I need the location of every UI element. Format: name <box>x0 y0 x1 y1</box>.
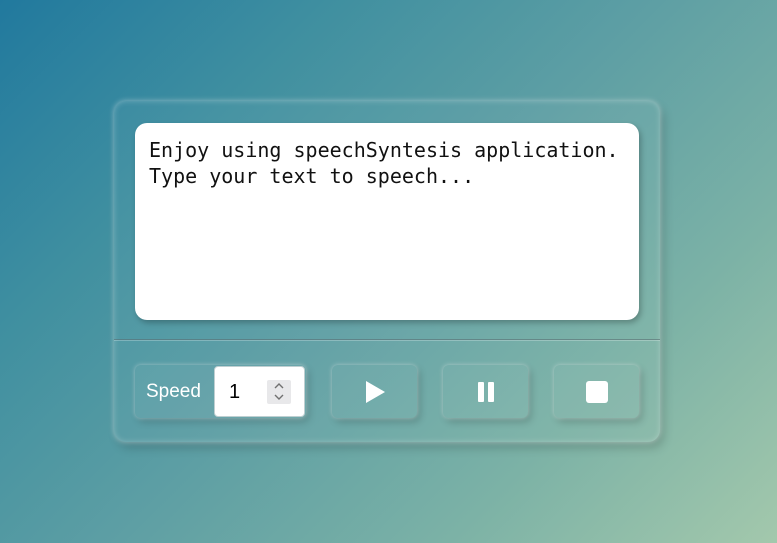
pause-icon <box>477 381 494 402</box>
speed-spinner[interactable] <box>267 380 291 404</box>
stop-button[interactable] <box>554 365 639 418</box>
speech-text-area[interactable]: Enjoy using speechSyntesis application. … <box>135 123 639 320</box>
play-icon <box>365 380 385 403</box>
controls-row: Speed 1 <box>135 365 639 419</box>
stop-icon <box>585 380 608 403</box>
chevron-up-icon[interactable] <box>273 382 285 390</box>
speech-card: Enjoy using speechSyntesis application. … <box>114 101 660 442</box>
play-button[interactable] <box>332 365 417 418</box>
speed-label: Speed <box>146 381 201 402</box>
speed-input[interactable]: 1 <box>214 366 305 417</box>
divider <box>114 339 660 340</box>
chevron-down-icon[interactable] <box>273 393 285 401</box>
speed-value: 1 <box>229 381 241 403</box>
pause-button[interactable] <box>443 365 528 418</box>
speed-control: Speed 1 <box>135 365 306 418</box>
